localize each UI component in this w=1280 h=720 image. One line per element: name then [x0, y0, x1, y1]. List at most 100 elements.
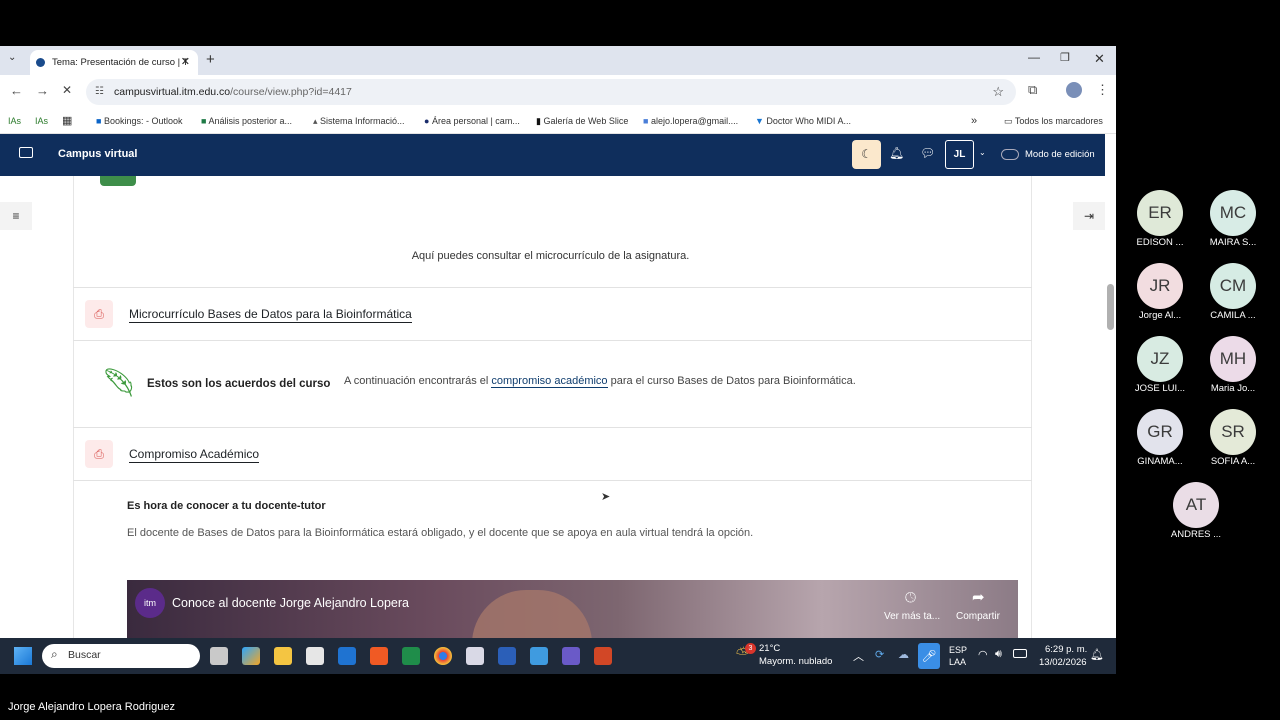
- pdf-icon: ⎙: [85, 300, 113, 328]
- microcurriculo-link[interactable]: Microcurrículo Bases de Datos para la Bi…: [129, 306, 412, 323]
- participant-tile[interactable]: JR Jorge Al...: [1120, 263, 1200, 323]
- volume-icon[interactable]: 🔊︎: [995, 648, 1002, 661]
- folder-icon: ▭: [1004, 116, 1015, 126]
- onedrive-icon[interactable]: ☁: [898, 648, 909, 661]
- task-view-icon[interactable]: [210, 647, 228, 665]
- google-icon: ■: [643, 116, 651, 126]
- channel-logo-icon[interactable]: itm: [135, 588, 165, 618]
- participant-name: Jorge Al...: [1138, 310, 1182, 321]
- taskbar-search[interactable]: ⌕ Buscar: [42, 644, 200, 668]
- bookmark-item[interactable]: IAs: [8, 109, 21, 134]
- tab-list-icon[interactable]: ⌄: [8, 52, 16, 63]
- address-bar[interactable]: ☷ campusvirtual.itm.edu.co/course/view.p…: [86, 79, 1016, 105]
- participant-tile[interactable]: CM CAMILA ...: [1193, 263, 1273, 323]
- bookmark-item[interactable]: ▼ Doctor Who MIDI A...: [755, 109, 851, 134]
- show-hidden-icons-icon[interactable]: ︿: [853, 648, 864, 664]
- file-explorer-icon[interactable]: [274, 647, 292, 665]
- bookmark-item[interactable]: ● Área personal | cam...: [424, 109, 520, 134]
- participant-tile[interactable]: MC MAIRA S...: [1193, 190, 1273, 250]
- site-name[interactable]: Campus virtual: [58, 148, 137, 160]
- watch-later-label[interactable]: Ver más ta...: [884, 611, 940, 622]
- clock-time[interactable]: 6:29 p. m.: [1045, 644, 1087, 655]
- close-tab-icon[interactable]: ✕: [181, 50, 190, 75]
- word-icon[interactable]: [498, 647, 516, 665]
- bookmark-item[interactable]: ■ Análisis posterior a...: [201, 109, 292, 134]
- language-code[interactable]: ESP: [949, 645, 967, 655]
- bookmark-item[interactable]: ■ alejo.lopera@gmail....: [643, 109, 738, 134]
- course-index-icon[interactable]: ≡: [0, 202, 32, 230]
- participant-name: CAMILA ...: [1210, 310, 1256, 321]
- close-window-icon[interactable]: ✕: [1094, 51, 1105, 67]
- minimize-icon[interactable]: —: [1028, 50, 1040, 64]
- compromiso-link[interactable]: Compromiso Académico: [129, 446, 260, 463]
- wifi-icon[interactable]: ◠: [978, 648, 988, 661]
- brave-icon[interactable]: [370, 647, 388, 665]
- participant-avatar: GR: [1137, 409, 1183, 455]
- weather-desc[interactable]: Mayorm. nublado: [759, 656, 832, 667]
- stop-loading-icon[interactable]: ✕: [62, 83, 72, 97]
- video-title[interactable]: Conoce al docente Jorge Alejandro Lopera: [172, 596, 409, 610]
- share-label[interactable]: Compartir: [956, 611, 1000, 622]
- site-info-icon[interactable]: ☷: [95, 79, 104, 105]
- notifications-icon[interactable]: 🔔︎: [889, 146, 904, 160]
- all-bookmarks-button[interactable]: ▭ Todos los marcadores: [1004, 109, 1103, 134]
- windows-start-icon[interactable]: [14, 647, 32, 665]
- participant-tile[interactable]: ER EDISON ...: [1120, 190, 1200, 250]
- tray-sync-icon[interactable]: ⟳: [875, 648, 884, 661]
- extensions-icon[interactable]: ⧉: [1028, 82, 1037, 98]
- back-icon[interactable]: ←: [10, 83, 23, 98]
- weather-temp[interactable]: 21°C: [759, 643, 780, 654]
- scrollbar-thumb[interactable]: [1107, 284, 1114, 330]
- watch-later-icon[interactable]: 🕓︎: [905, 589, 916, 606]
- participant-tile[interactable]: JZ JOSE LUI...: [1120, 336, 1200, 396]
- compromiso-inline-link[interactable]: compromiso académico: [491, 375, 608, 388]
- sidebar-toggle-icon[interactable]: [19, 147, 33, 158]
- bookmark-item[interactable]: ▮ Galería de Web Slice: [536, 109, 628, 134]
- excel-icon[interactable]: [402, 647, 420, 665]
- dark-mode-button[interactable]: ☾: [852, 140, 881, 169]
- participant-tile[interactable]: GR GINAMA...: [1120, 409, 1200, 469]
- more-bookmarks-icon[interactable]: »: [971, 109, 977, 134]
- chrome-icon[interactable]: [434, 647, 452, 665]
- teams-icon[interactable]: [562, 647, 580, 665]
- restore-icon[interactable]: ❐: [1060, 51, 1070, 64]
- clock-date[interactable]: 13/02/2026: [1039, 657, 1087, 668]
- browser-menu-icon[interactable]: ⋮: [1096, 82, 1109, 98]
- store-icon[interactable]: [306, 647, 324, 665]
- vuetify-icon: ▼: [755, 116, 767, 126]
- tab-active[interactable]: Tema: Presentación de curso | T ✕: [30, 50, 198, 75]
- user-menu-chevron-icon[interactable]: ⌄: [979, 148, 986, 157]
- bookmark-item[interactable]: ■ Bookings: - Outlook: [96, 109, 182, 134]
- search-icon: ⌕: [51, 647, 58, 661]
- new-tab-icon[interactable]: +: [206, 51, 215, 68]
- profile-icon[interactable]: [1066, 82, 1082, 98]
- forward-icon[interactable]: →: [36, 83, 49, 98]
- edit-mode-toggle[interactable]: [1001, 149, 1019, 160]
- snipping-tool-icon[interactable]: [466, 647, 484, 665]
- battery-icon[interactable]: [1013, 649, 1027, 658]
- messages-icon[interactable]: 💬︎: [920, 146, 935, 160]
- notepad-icon[interactable]: [530, 647, 548, 665]
- bookmark-star-icon[interactable]: ☆: [992, 79, 1004, 105]
- participant-tile[interactable]: SR SOFIA A...: [1193, 409, 1273, 469]
- participant-tile[interactable]: MH Maria Jo...: [1193, 336, 1273, 396]
- participant-tile[interactable]: AT ANDRES ...: [1156, 482, 1236, 542]
- powerpoint-icon[interactable]: [594, 647, 612, 665]
- keyboard-layout[interactable]: LAA: [949, 657, 966, 667]
- microphone-icon[interactable]: 🎤︎: [918, 643, 940, 669]
- search-label: Buscar: [68, 649, 101, 661]
- mouse-cursor-icon: ➤: [601, 491, 611, 503]
- windows-taskbar: ⌕ Buscar ⛅︎ 3 21°C Mayorm. nublado ︿ ⟳ ☁…: [0, 638, 1116, 674]
- mail-icon[interactable]: [338, 647, 356, 665]
- participant-name: JOSE LUI...: [1134, 383, 1186, 394]
- copilot-icon[interactable]: [242, 647, 260, 665]
- url-path: /course/view.php?id=4417: [230, 86, 352, 98]
- notification-center-icon[interactable]: 🔔︎: [1090, 648, 1104, 661]
- acuerdos-text-pre: A continuación encontrarás el: [344, 375, 489, 387]
- user-avatar[interactable]: JL: [945, 140, 974, 169]
- share-icon[interactable]: ➦: [972, 588, 985, 606]
- bookmark-item[interactable]: IAs: [35, 109, 48, 134]
- apps-grid-icon[interactable]: ▦: [62, 109, 72, 134]
- bookmark-item[interactable]: ▴ Sistema Informació...: [313, 109, 405, 134]
- block-drawer-icon[interactable]: ⇥: [1073, 202, 1105, 230]
